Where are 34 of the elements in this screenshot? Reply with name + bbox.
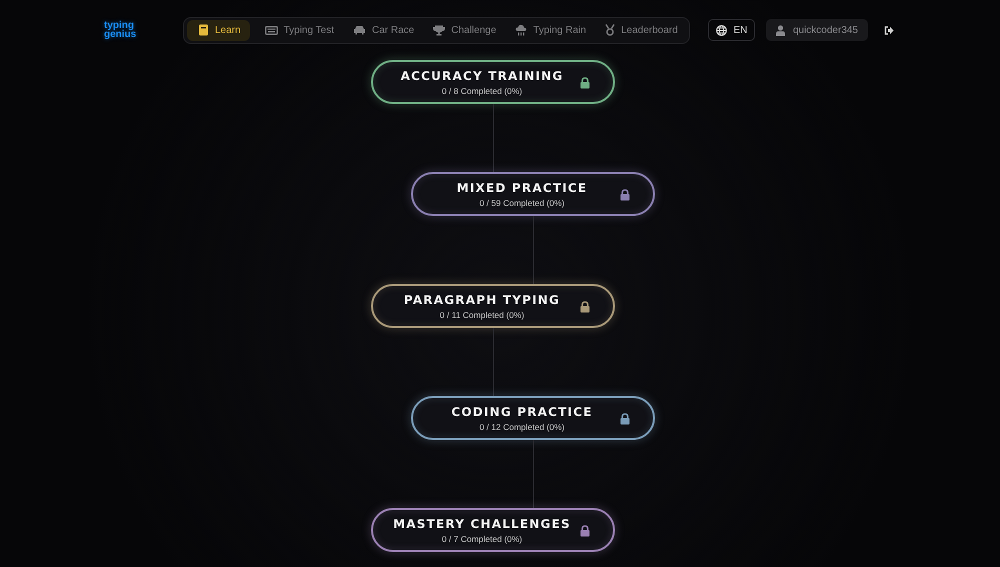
language-button[interactable]: EN [708, 19, 755, 41]
module-card[interactable]: ACCURACY TRAINING 0 / 8 Completed (0%) [371, 60, 615, 104]
globe-icon [716, 24, 726, 36]
logout-button[interactable] [882, 24, 896, 36]
nav-tab[interactable]: Typing Test [256, 20, 342, 40]
nav-tab[interactable]: Learn [187, 20, 250, 40]
module-card[interactable]: CODING PRACTICE 0 / 12 Completed (0%) [411, 396, 655, 440]
module-progress: 0 / 7 Completed (0%) [442, 534, 522, 544]
car-icon [352, 25, 366, 35]
nav-tab[interactable]: Car Race [344, 20, 422, 40]
nav-tab[interactable]: Leaderboard [596, 20, 686, 40]
module-card[interactable]: PARAGRAPH TYPING 0 / 11 Completed (0%) [371, 284, 615, 328]
module-title: CODING PRACTICE [451, 404, 593, 418]
module-card[interactable]: MASTERY CHALLENGES 0 / 7 Completed (0%) [371, 508, 615, 552]
logo[interactable]: typing genius [104, 20, 144, 40]
module-title: PARAGRAPH TYPING [404, 292, 560, 306]
module-progress: 0 / 12 Completed (0%) [479, 422, 565, 432]
book-icon [198, 24, 209, 36]
module-progress: 0 / 11 Completed (0%) [440, 310, 524, 320]
module-title: MASTERY CHALLENGES [393, 516, 571, 530]
nav-tab[interactable]: Challenge [424, 20, 504, 40]
module-title: MIXED PRACTICE [456, 180, 588, 194]
medal-icon [605, 24, 616, 36]
nav-tab[interactable]: Typing Rain [506, 20, 594, 40]
user-button[interactable]: quickcoder345 [766, 19, 868, 41]
module-progress: 0 / 8 Completed (0%) [442, 86, 522, 96]
module-card[interactable]: MIXED PRACTICE 0 / 59 Completed (0%) [411, 172, 655, 216]
module-progress: 0 / 59 Completed (0%) [479, 198, 565, 208]
module-title: ACCURACY TRAINING [400, 68, 564, 82]
logout-icon [884, 26, 894, 34]
keyboard-icon [264, 26, 278, 34]
user-icon [776, 24, 785, 36]
trophy-icon [433, 24, 446, 36]
cloud-rain-icon [515, 24, 528, 36]
